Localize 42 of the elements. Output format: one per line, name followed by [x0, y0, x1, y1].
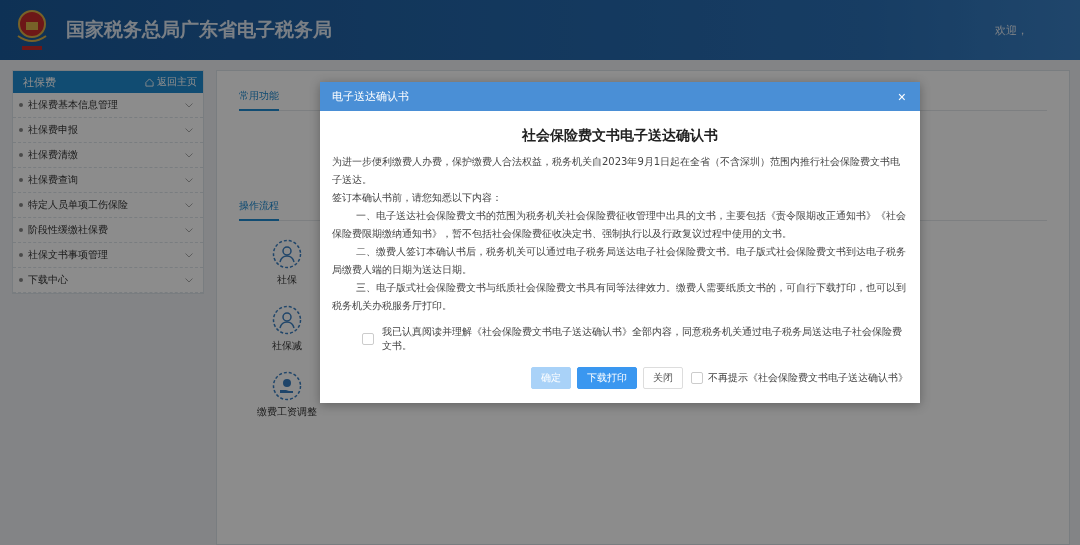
tab[interactable]: 常用功能	[239, 83, 279, 111]
sidebar-item[interactable]: 社保费查询	[13, 168, 203, 193]
paragraph: 三、电子版式社会保险费文书与纸质社会保险费文书具有同等法律效力。缴费人需要纸质文书的，可自行下载打印，也可以到税务机关办税服务厅打印。	[332, 281, 907, 313]
person-icon	[272, 305, 302, 335]
dialog-button[interactable]: 下载打印	[577, 367, 637, 389]
chevron-down-icon	[185, 152, 193, 158]
checkbox[interactable]	[691, 372, 703, 384]
close-button[interactable]: ×	[895, 88, 908, 105]
checkbox[interactable]	[362, 333, 374, 345]
sidebar-item[interactable]: 社保费清缴	[13, 143, 203, 168]
chevron-down-icon	[185, 177, 193, 183]
process-step-label[interactable]: 社保减	[272, 339, 302, 353]
document-heading: 社会保险费文书电子送达确认书	[521, 127, 719, 145]
process-step-label[interactable]: 社保	[277, 273, 297, 287]
paragraph: 一、电子送达社会保险费文书的范围为税务机关社会保险费征收管理中出具的文书，主要包括《责令限期改正通知书》《社会保险费限期缴纳通知书》，暂不包括社会保险费征收决定书、强制执行以及行政复议过程中使用的文书。	[332, 209, 907, 241]
site-title: 国家税务总局广东省电子税务局	[66, 17, 332, 42]
sidebar-item[interactable]: 特定人员单项工伤保险	[13, 193, 203, 218]
dialog-button[interactable]: 关闭	[643, 367, 683, 389]
agreement-label: 我已认真阅读并理解《社会保险费文书电子送达确认书》全部内容，同意税务机关通过电子税务局送达电子社会保险费文书。	[382, 325, 903, 353]
sidebar-item[interactable]: 阶段性缓缴社保费	[13, 218, 203, 243]
sidebar-item[interactable]: 下载中心	[13, 268, 203, 293]
section-title: 操作流程	[239, 193, 279, 221]
home-link[interactable]: 返回主页	[145, 75, 197, 89]
chevron-down-icon	[185, 127, 193, 133]
chevron-down-icon	[185, 227, 193, 233]
sidebar-title: 社保费	[23, 74, 56, 90]
sidebar-item[interactable]: 社保费申报	[13, 118, 203, 143]
welcome-text: 欢迎，	[995, 22, 1028, 38]
chevron-down-icon	[185, 102, 193, 108]
chevron-down-icon	[185, 202, 193, 208]
dont-show-label: 不再提示《社会保险费文书电子送达确认书》	[708, 371, 908, 385]
paragraph: 为进一步便利缴费人办费，保护缴费人合法权益，税务机关自2023年9月1日起在全省（不含深圳）范围内推行社会保险费文书电子送达。	[332, 155, 902, 187]
process-step-label[interactable]: 缴费工资调整	[257, 405, 317, 419]
paragraph: 签订本确认书前，请您知悉以下内容：	[332, 191, 503, 205]
chevron-down-icon	[185, 277, 193, 283]
sidebar-item[interactable]: 社保费基本信息管理	[13, 93, 203, 118]
dialog-title: 电子送达确认书	[332, 89, 409, 104]
person-icon	[272, 239, 302, 269]
chevron-down-icon	[185, 252, 193, 258]
sidebar-item[interactable]: 社保文书事项管理	[13, 243, 203, 268]
paragraph: 二、缴费人签订本确认书后，税务机关可以通过电子税务局送达电子社会保险费文书。电子版式社会保险费文书到达电子税务局缴费人端的日期为送达日期。	[332, 245, 907, 277]
home-icon	[145, 77, 154, 87]
